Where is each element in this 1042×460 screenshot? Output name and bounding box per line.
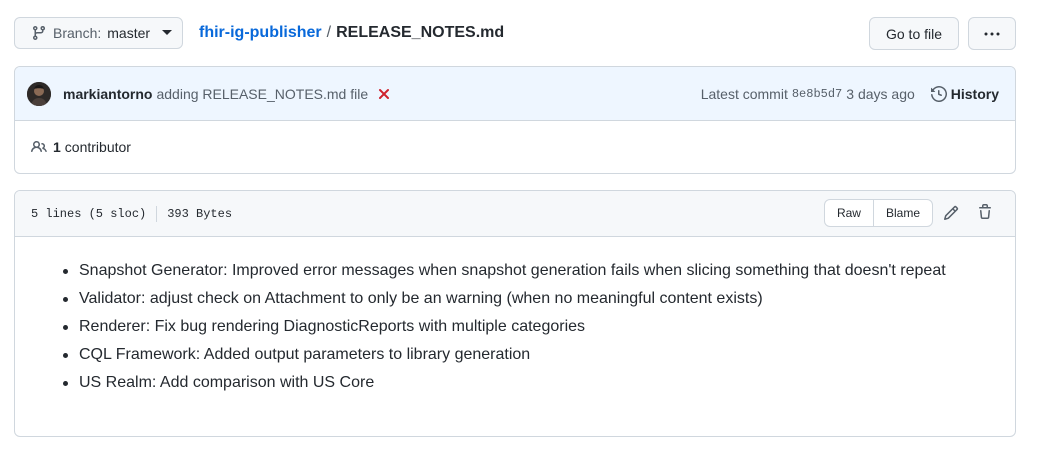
- history-icon: [930, 85, 947, 102]
- list-item: Snapshot Generator: Improved error messa…: [63, 257, 1015, 285]
- kebab-horizontal-icon: [984, 32, 1000, 36]
- list-item: Validator: adjust check on Attachment to…: [63, 285, 1015, 313]
- commit-author-link[interactable]: markiantorno: [63, 86, 152, 102]
- breadcrumb: fhir-ig-publisher / RELEASE_NOTES.md: [199, 24, 504, 42]
- breadcrumb-separator: /: [326, 24, 332, 41]
- avatar[interactable]: [27, 81, 51, 106]
- list-item: US Realm: Add comparison with US Core: [63, 369, 1015, 397]
- trash-icon[interactable]: [977, 204, 993, 220]
- more-options-button[interactable]: [968, 17, 1016, 50]
- go-to-file-button[interactable]: Go to file: [869, 17, 959, 50]
- latest-commit-box: markiantorno adding RELEASE_NOTES.md fil…: [14, 66, 1016, 174]
- blame-button[interactable]: Blame: [874, 200, 932, 226]
- pencil-icon[interactable]: [943, 205, 959, 221]
- commit-time: 3 days ago: [846, 85, 915, 102]
- contributor-count: 1: [53, 139, 61, 155]
- commit-header: markiantorno adding RELEASE_NOTES.md fil…: [15, 67, 1015, 121]
- contributors-row[interactable]: 1 contributor: [15, 121, 1015, 173]
- breadcrumb-file-name: RELEASE_NOTES.md: [336, 24, 505, 41]
- history-label: History: [950, 85, 999, 102]
- latest-commit-label: Latest commit: [700, 85, 788, 102]
- branch-name: master: [107, 25, 151, 41]
- x-icon[interactable]: [378, 88, 390, 100]
- divider: [156, 205, 158, 222]
- breadcrumb-repo-link[interactable]: fhir-ig-publisher: [199, 24, 322, 42]
- commit-sha-link[interactable]: 8e8b5d7: [792, 87, 842, 101]
- caret-down-icon: [162, 30, 173, 36]
- file-navigation: Branch: master fhir-ig-publisher / RELEA…: [14, 17, 1016, 51]
- branch-label: Branch:: [53, 25, 102, 41]
- contributor-label: contributor: [64, 139, 131, 155]
- file-viewer: 5 lines (5 sloc) 393 Bytes Raw Blame Sna…: [14, 190, 1016, 437]
- commit-meta: Latest commit 8e8b5d7 3 days ago History: [701, 86, 999, 102]
- history-link[interactable]: History: [930, 85, 999, 102]
- file-line-count: 5 lines (5 sloc): [31, 206, 147, 221]
- branch-select-button[interactable]: Branch: master: [14, 17, 183, 49]
- file-actions-group: Raw Blame: [823, 199, 933, 227]
- people-icon: [31, 139, 47, 155]
- file-header: 5 lines (5 sloc) 393 Bytes Raw Blame: [15, 191, 1015, 237]
- git-branch-icon: [31, 25, 47, 41]
- list-item: Renderer: Fix bug rendering DiagnosticRe…: [63, 313, 1015, 341]
- raw-button[interactable]: Raw: [825, 200, 874, 226]
- commit-message-link[interactable]: adding RELEASE_NOTES.md file: [156, 86, 368, 102]
- file-size: 393 Bytes: [167, 206, 233, 221]
- list-item: CQL Framework: Added output parameters t…: [63, 341, 1015, 369]
- release-notes-list: Snapshot Generator: Improved error messa…: [15, 237, 1015, 397]
